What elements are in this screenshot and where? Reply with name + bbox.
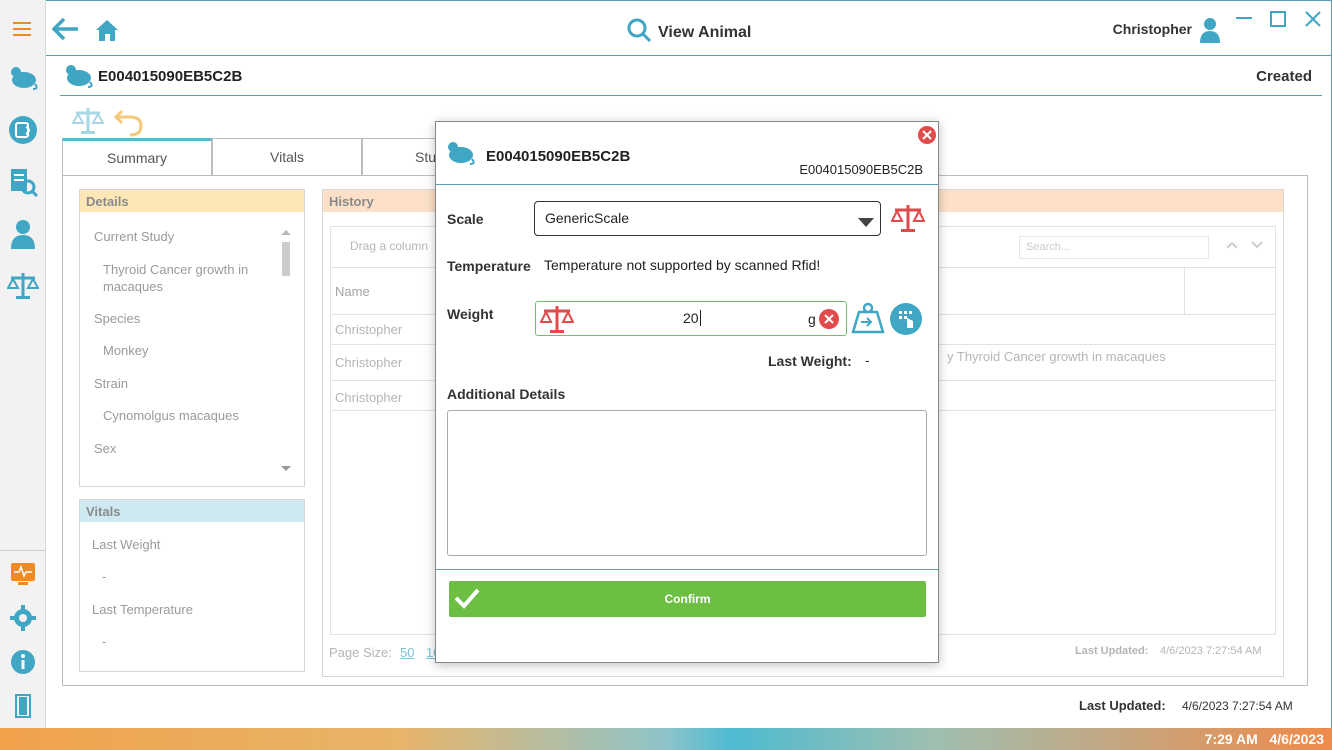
user-name[interactable]: Christopher <box>1113 21 1192 37</box>
weight-transfer-icon[interactable] <box>851 302 885 337</box>
details-scrollbar[interactable] <box>278 226 294 478</box>
footer-last-updated-value: 4/6/2023 7:27:54 AM <box>1182 699 1293 713</box>
page-size-label: Page Size: <box>329 645 392 660</box>
back-arrow-icon[interactable] <box>51 16 80 45</box>
drag-column-hint: Drag a column <box>350 239 429 253</box>
checkmark-icon <box>453 586 481 613</box>
home-icon[interactable] <box>94 18 120 45</box>
last-weight-value: - <box>102 569 107 584</box>
user-avatar-icon[interactable] <box>1200 17 1220 46</box>
animal-status: Created <box>1256 68 1312 85</box>
sex-label: Sex <box>94 441 117 456</box>
additional-details-textarea[interactable] <box>447 410 927 556</box>
scale-red-icon[interactable] <box>890 202 926 237</box>
details-panel: Details Current Study Thyroid Cancer gro… <box>79 189 305 487</box>
animal-header: E004015090EB5C2B Created <box>60 58 1322 96</box>
monitor-vitals-icon[interactable] <box>6 557 40 591</box>
chevron-down-icon[interactable] <box>1251 238 1263 253</box>
dialog-last-weight-label: Last Weight: <box>768 353 852 369</box>
info-icon[interactable] <box>6 645 40 679</box>
nav-divider <box>0 550 46 551</box>
chevron-up-icon[interactable] <box>1226 238 1238 253</box>
tab-vitals[interactable]: Vitals <box>212 138 362 175</box>
row-name: Christopher <box>335 355 403 370</box>
scale-red-icon <box>539 303 575 338</box>
close-dialog-icon[interactable] <box>917 125 937 148</box>
dialog-divider-top <box>436 184 938 185</box>
strain-label: Strain <box>94 376 128 391</box>
weight-unit: g <box>808 311 816 327</box>
history-search-input[interactable]: Search... <box>1019 236 1209 259</box>
last-temperature-label: Last Temperature <box>92 602 193 617</box>
last-weight-label: Last Weight <box>92 537 161 552</box>
column-divider <box>1184 268 1185 315</box>
temperature-label: Temperature <box>447 258 531 274</box>
tab-summary[interactable]: Summary <box>62 138 212 175</box>
clock: 7:29 AM 4/6/2023 <box>1205 731 1324 747</box>
details-header: Details <box>80 190 304 212</box>
dialog-divider-bottom <box>436 569 938 570</box>
page-size-50[interactable]: 50 <box>400 645 414 660</box>
status-bar: 7:29 AM 4/6/2023 <box>0 728 1332 750</box>
current-study-label: Current Study <box>94 229 175 244</box>
strain-value: Cynomolgus macaques <box>103 408 239 423</box>
weigh-scale-icon[interactable] <box>71 105 105 138</box>
confirm-button[interactable]: Confirm <box>449 581 926 617</box>
species-value: Monkey <box>103 343 149 358</box>
logout-door-icon[interactable] <box>6 689 40 723</box>
history-last-updated-label: Last Updated: <box>1075 645 1149 657</box>
scale-icon[interactable] <box>6 268 40 302</box>
clock-time: 7:29 AM <box>1204 731 1258 747</box>
row-name: Christopher <box>335 390 403 405</box>
row-detail: y Thyroid Cancer growth in macaques <box>947 349 1166 364</box>
maximize-icon[interactable] <box>1270 11 1286 30</box>
weight-input[interactable]: 20 g <box>535 301 847 336</box>
close-window-icon[interactable] <box>1305 11 1321 30</box>
hamburger-menu-icon[interactable] <box>6 12 40 46</box>
left-nav <box>0 0 46 728</box>
name-column-header[interactable]: Name <box>335 284 370 299</box>
search-placeholder: Search... <box>1026 241 1071 253</box>
row-name: Christopher <box>335 322 403 337</box>
dialog-animal-id-sub: E004015090EB5C2B <box>799 162 923 177</box>
scale-select[interactable]: GenericScale <box>534 201 881 236</box>
temperature-value: Temperature not supported by scanned Rfi… <box>544 257 821 273</box>
document-search-icon[interactable] <box>6 165 40 199</box>
scale-label: Scale <box>447 211 484 227</box>
scale-value: GenericScale <box>545 210 630 226</box>
history-last-updated-value: 4/6/2023 7:27:54 AM <box>1160 645 1262 657</box>
last-temperature-value: - <box>102 634 107 649</box>
dialog-last-weight-value: - <box>865 352 870 368</box>
keypad-touch-icon[interactable] <box>889 302 923 339</box>
page-title: View Animal <box>626 17 751 48</box>
person-icon[interactable] <box>6 217 40 251</box>
settings-gear-icon[interactable] <box>6 601 40 635</box>
vitals-panel: Vitals Last Weight - Last Temperature - <box>79 499 305 672</box>
top-bar: View Animal Christopher <box>46 0 1332 56</box>
rfid-scan-icon[interactable] <box>6 113 40 147</box>
dialog-animal-id: E004015090EB5C2B <box>486 148 631 165</box>
clear-weight-icon[interactable] <box>818 308 840 333</box>
mouse-animal-icon[interactable] <box>6 61 40 95</box>
mouse-icon <box>62 63 94 92</box>
undo-icon[interactable] <box>113 105 144 140</box>
animal-id: E004015090EB5C2B <box>98 68 243 85</box>
search-icon <box>626 17 652 48</box>
minimize-icon[interactable] <box>1236 14 1252 31</box>
confirm-label: Confirm <box>664 592 711 606</box>
dropdown-arrow-icon <box>858 215 874 231</box>
current-study-value: Thyroid Cancer growth in macaques <box>103 262 249 294</box>
additional-details-label: Additional Details <box>447 386 566 402</box>
vitals-header: Vitals <box>80 500 304 522</box>
page-title-text: View Animal <box>658 23 752 41</box>
mouse-icon <box>444 140 476 169</box>
weight-label: Weight <box>447 306 494 322</box>
weigh-dialog: E004015090EB5C2B E004015090EB5C2B Scale … <box>435 121 939 663</box>
weight-value: 20 <box>683 310 701 326</box>
footer-last-updated-label: Last Updated: <box>1079 698 1166 713</box>
species-label: Species <box>94 311 141 326</box>
clock-date: 4/6/2023 <box>1269 731 1325 747</box>
